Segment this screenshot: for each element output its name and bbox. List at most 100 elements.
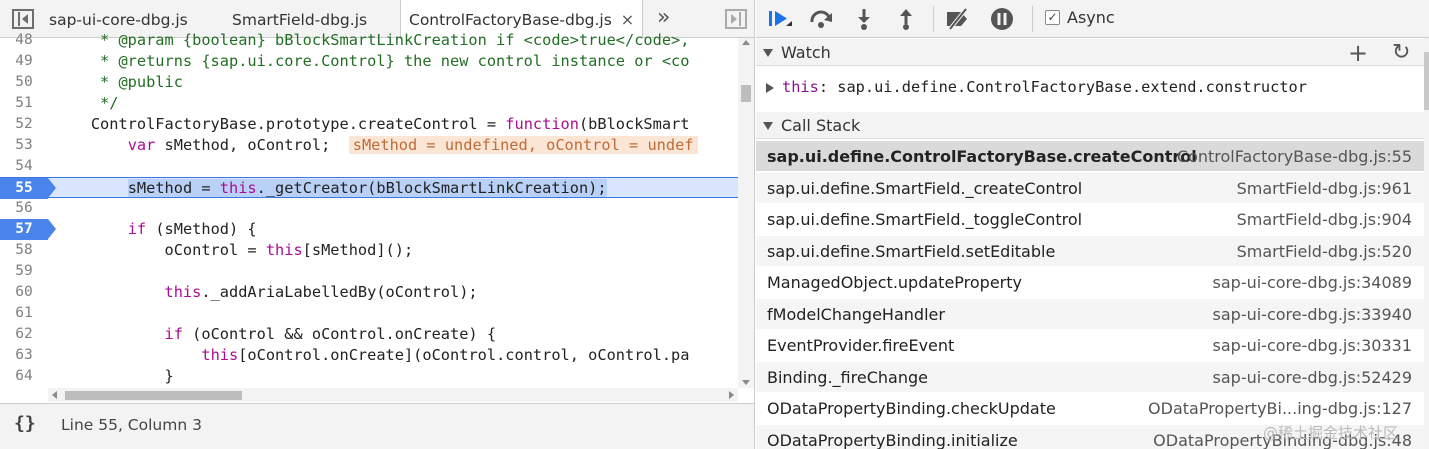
- sidebar-scrollbar[interactable]: [1424, 38, 1429, 449]
- code-line[interactable]: 56: [0, 198, 738, 219]
- code-token: this: [164, 283, 202, 301]
- step-into-icon[interactable]: [850, 6, 878, 32]
- code-token: ._addAriaLabelledBy(oControl);: [201, 283, 478, 301]
- call-frame[interactable]: EventProvider.fireEvent sap-ui-core-dbg.j…: [756, 330, 1424, 361]
- step-over-icon[interactable]: [808, 6, 836, 32]
- code-line[interactable]: 48 * @param {boolean} bBlockSmartLinkCre…: [0, 30, 738, 51]
- call-frame-location[interactable]: sap-ui-core-dbg.js:52429: [1213, 368, 1412, 387]
- scroll-down-icon[interactable]: [742, 380, 750, 385]
- code-token: [sMethod]();: [302, 241, 414, 259]
- line-number[interactable]: 58: [0, 240, 48, 261]
- code-line[interactable]: 53 var sMethod, oControl; sMethod = unde…: [0, 135, 738, 156]
- line-number[interactable]: 48: [0, 30, 48, 51]
- code-line[interactable]: 50 * @public: [0, 72, 738, 93]
- watch-section-header[interactable]: Watch + ↻: [756, 39, 1424, 67]
- line-number[interactable]: 63: [0, 345, 48, 366]
- call-frame-location[interactable]: ControlFactoryBase-dbg.js:55: [1177, 147, 1412, 166]
- call-frame-function: EventProvider.fireEvent: [767, 336, 955, 355]
- resume-icon[interactable]: [766, 6, 794, 32]
- call-frame-function: Binding._fireChange: [767, 367, 928, 387]
- scroll-thumb[interactable]: [65, 391, 242, 400]
- call-frame[interactable]: sap.ui.define.SmartField._createControl S…: [756, 172, 1424, 204]
- debugger-sidebar-toggle-icon[interactable]: [725, 9, 747, 29]
- code-line[interactable]: 62 if (oControl && oControl.onCreate) {: [0, 324, 738, 345]
- pause-on-exceptions-icon[interactable]: [988, 6, 1016, 32]
- scroll-left-icon[interactable]: [52, 391, 57, 399]
- line-number[interactable]: 59: [0, 261, 48, 282]
- call-frame-function: fModelChangeHandler: [767, 304, 945, 324]
- scroll-up-icon[interactable]: [742, 40, 750, 45]
- code-area[interactable]: 48 * @param {boolean} bBlockSmartLinkCre…: [0, 29, 738, 389]
- code-text: * @param {boolean} bBlockSmartLinkCreati…: [54, 30, 689, 51]
- close-icon[interactable]: ×: [621, 10, 634, 29]
- watch-expression-row[interactable]: this: sap.ui.define.ControlFactoryBase.e…: [756, 72, 1424, 106]
- code-token: (sMethod) {: [146, 220, 257, 238]
- code-token: var: [127, 136, 156, 154]
- code-line[interactable]: 51 */: [0, 93, 738, 114]
- deactivate-breakpoints-icon[interactable]: [944, 6, 972, 32]
- call-frame-location[interactable]: SmartField-dbg.js:904: [1237, 210, 1412, 229]
- line-number[interactable]: 51: [0, 93, 48, 114]
- step-out-icon[interactable]: [892, 6, 920, 32]
- call-frame-location[interactable]: sap-ui-core-dbg.js:30331: [1213, 336, 1412, 355]
- watch-expression: this: sap.ui.define.ControlFactoryBase.e…: [782, 78, 1307, 96]
- async-checkbox[interactable]: ✓: [1045, 10, 1060, 25]
- call-frame-location[interactable]: SmartField-dbg.js:961: [1237, 179, 1412, 198]
- call-frame[interactable]: ManagedObject.updateProperty sap-ui-core-…: [756, 267, 1424, 298]
- code-line[interactable]: 61: [0, 303, 738, 324]
- navigator-toggle-icon[interactable]: [12, 9, 34, 29]
- code-line[interactable]: 55 sMethod = this._getCreator(bBlockSmar…: [0, 177, 738, 199]
- call-frame-function: ODataPropertyBinding.checkUpdate: [767, 399, 1056, 418]
- line-number[interactable]: 49: [0, 51, 48, 72]
- scroll-thumb[interactable]: [1424, 52, 1429, 110]
- line-number[interactable]: 65: [0, 387, 48, 389]
- call-frame-location[interactable]: sap-ui-core-dbg.js:33940: [1213, 305, 1412, 324]
- line-number[interactable]: 54: [0, 156, 48, 177]
- call-frame-location[interactable]: SmartField-dbg.js:520: [1237, 242, 1412, 261]
- breakpoint-marker[interactable]: 57: [0, 219, 56, 240]
- pretty-print-icon[interactable]: {}: [14, 413, 36, 434]
- code-line[interactable]: 52 ControlFactoryBase.prototype.createCo…: [0, 114, 738, 135]
- call-frame[interactable]: ODataPropertyBinding.checkUpdate ODataPro…: [756, 393, 1424, 424]
- line-number[interactable]: 60: [0, 282, 48, 303]
- code-line[interactable]: 60 this._addAriaLabelledBy(oControl);: [0, 282, 738, 303]
- editor-status-bar: {} Line 55, Column 3: [0, 403, 754, 449]
- line-number[interactable]: 61: [0, 303, 48, 324]
- vertical-scrollbar[interactable]: [738, 38, 754, 388]
- breakpoint-marker[interactable]: 55: [0, 178, 56, 199]
- scroll-right-icon[interactable]: [729, 391, 734, 399]
- call-frame[interactable]: sap.ui.define.SmartField._toggleControl S…: [756, 204, 1424, 235]
- code-line[interactable]: 49 * @returns {sap.ui.core.Control} the …: [0, 51, 738, 72]
- call-frame-location[interactable]: ODataPropertyBi...ing-dbg.js:127: [1148, 399, 1412, 418]
- code-line[interactable]: 57 if (sMethod) {: [0, 219, 738, 240]
- refresh-icon[interactable]: ↻: [1392, 40, 1410, 65]
- more-tabs-icon[interactable]: »: [657, 5, 670, 30]
- code-line[interactable]: 54: [0, 156, 738, 177]
- debugger-toolbar: ✓ Async: [756, 0, 1429, 38]
- line-number[interactable]: 53: [0, 135, 48, 156]
- call-frame[interactable]: Binding._fireChange sap-ui-core-dbg.js:52…: [756, 361, 1424, 393]
- call-frame[interactable]: sap.ui.define.ControlFactoryBase.createC…: [756, 141, 1424, 172]
- expand-triangle-icon[interactable]: [766, 83, 774, 93]
- code-line[interactable]: 64 }: [0, 366, 738, 387]
- horizontal-scrollbar[interactable]: [48, 388, 738, 402]
- line-number[interactable]: 50: [0, 72, 48, 93]
- call-frame-location[interactable]: sap-ui-core-dbg.js:34089: [1213, 273, 1412, 292]
- toolbar-separator: [933, 6, 934, 32]
- call-frame[interactable]: fModelChangeHandler sap-ui-core-dbg.js:33…: [756, 298, 1424, 330]
- line-number[interactable]: 52: [0, 114, 48, 135]
- code-text: * @public: [54, 72, 183, 93]
- scroll-thumb[interactable]: [741, 85, 751, 102]
- tab-label: SmartField-dbg.js: [232, 11, 368, 29]
- line-number[interactable]: 62: [0, 324, 48, 345]
- line-number[interactable]: 64: [0, 366, 48, 387]
- line-number[interactable]: 56: [0, 198, 48, 219]
- add-watch-icon[interactable]: +: [1348, 39, 1368, 67]
- code-token: */: [54, 94, 119, 112]
- call-frame[interactable]: sap.ui.define.SmartField.setEditable Smar…: [756, 235, 1424, 267]
- code-line[interactable]: 58 oControl = this[sMethod]();: [0, 240, 738, 261]
- call-stack-section-header[interactable]: Call Stack: [756, 112, 1424, 139]
- code-line[interactable]: 59: [0, 261, 738, 282]
- code-line[interactable]: 63 this[oControl.onCreate](oControl.cont…: [0, 345, 738, 366]
